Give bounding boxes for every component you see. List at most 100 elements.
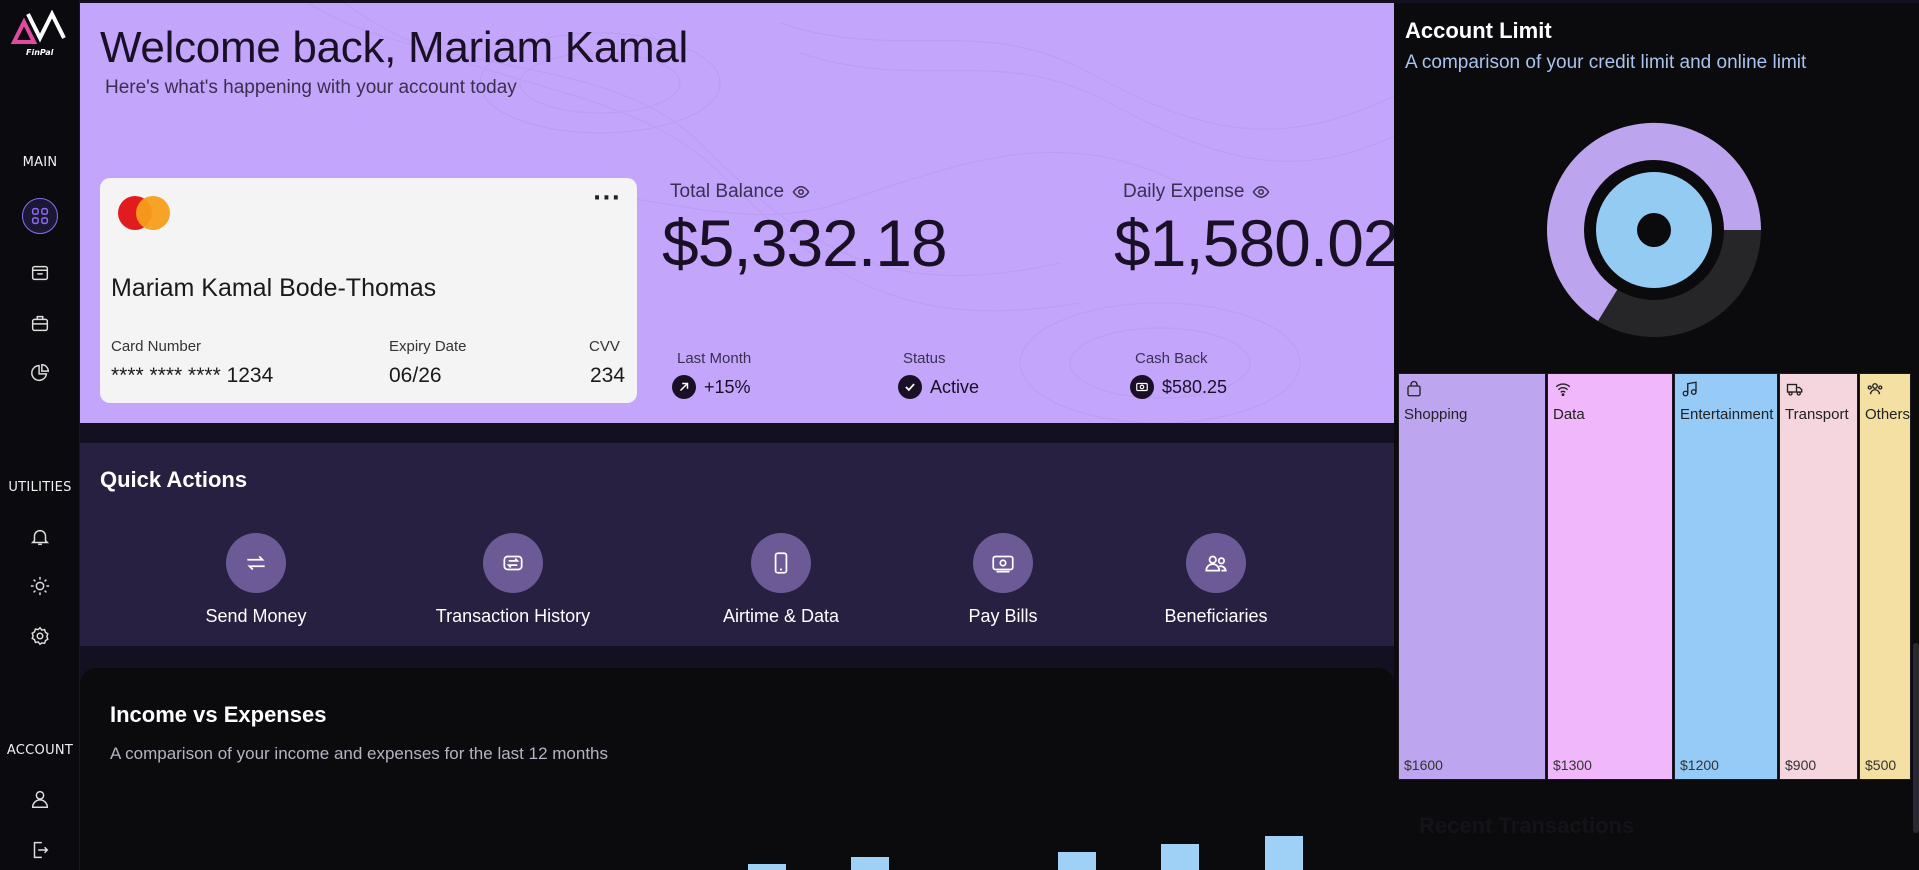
card-number: **** **** **** 1234: [111, 364, 274, 387]
airtime-data-label: Airtime & Data: [722, 606, 840, 626]
gear-icon: [31, 626, 49, 646]
account-limit-donut[interactable]: [1544, 120, 1764, 340]
category-name: Data: [1553, 406, 1585, 423]
truck-icon: [1786, 383, 1803, 396]
category-value: $900: [1785, 757, 1817, 773]
trend-up-icon: [672, 375, 696, 399]
eye-icon[interactable]: [792, 183, 810, 201]
page-title: Welcome back, Mariam Kamal: [100, 23, 689, 72]
card-holder-name: Mariam Kamal Bode-Thomas: [111, 274, 437, 302]
total-balance-value: $5,332.18: [662, 206, 948, 280]
chart-bar[interactable]: [1161, 844, 1199, 870]
user-icon: [31, 790, 49, 808]
total-balance-label-text: Total Balance: [670, 181, 785, 202]
category-name: Transport: [1785, 406, 1849, 423]
cashback-label: Cash Back: [1135, 350, 1208, 367]
income-expenses-title: Income vs Expenses: [110, 702, 327, 727]
sun-icon: [30, 576, 50, 596]
account-limit-title: Account Limit: [1405, 18, 1552, 43]
hero-panel: Welcome back, Mariam Kamal Here's what's…: [80, 3, 1394, 423]
chart-bar[interactable]: [851, 857, 889, 870]
category-others[interactable]: Others $500: [1859, 373, 1911, 780]
income-expenses-subtitle: A comparison of your income and expenses…: [110, 744, 608, 763]
users-icon: [1186, 533, 1246, 593]
recent-transactions-title: Recent Transactions: [1419, 813, 1635, 838]
pie-chart-icon: [31, 364, 49, 382]
daily-expense-label-text: Daily Expense: [1123, 181, 1245, 202]
sidebar-item-settings[interactable]: [22, 618, 58, 654]
expiry-label: Expiry Date: [389, 338, 467, 355]
bag-icon: [1407, 380, 1421, 397]
chart-bar[interactable]: [1058, 852, 1096, 870]
eye-icon[interactable]: [1252, 183, 1270, 201]
page-subtitle: Here's what's happening with your accoun…: [105, 77, 517, 98]
transaction-history-button[interactable]: Transaction History: [413, 533, 613, 627]
sidebar-item-wallet[interactable]: [22, 305, 58, 341]
transfer-icon: [226, 533, 286, 593]
chart-bar[interactable]: [748, 864, 786, 870]
expiry-value: 06/26: [389, 364, 442, 387]
category-value: $1300: [1553, 757, 1592, 773]
right-panel: Account Limit A comparison of your credi…: [1394, 3, 1919, 870]
sidebar: FinPal MAIN UTILITIES ACCOUNT: [0, 0, 80, 870]
sidebar-item-theme[interactable]: [22, 568, 58, 604]
sidebar-item-logout[interactable]: [22, 832, 58, 868]
sidebar-item-notifications[interactable]: [22, 519, 58, 555]
cash-icon: [1130, 375, 1154, 399]
category-name: Shopping: [1404, 406, 1468, 423]
sidebar-section-utilities: UTILITIES: [8, 480, 72, 495]
cashback-value: $580.25: [1130, 375, 1227, 399]
sidebar-section-account: ACCOUNT: [6, 743, 74, 758]
credit-card[interactable]: ··· Mariam Kamal Bode-Thomas Card Number…: [100, 178, 637, 403]
airtime-data-button[interactable]: Airtime & Data: [681, 533, 881, 627]
scrollbar[interactable]: [1913, 643, 1919, 833]
sidebar-section-main: MAIN: [22, 155, 58, 170]
logout-icon: [33, 841, 49, 859]
inbox-icon: [31, 265, 49, 281]
bill-icon: [973, 533, 1033, 593]
music-icon: [1682, 381, 1697, 397]
sidebar-item-analytics[interactable]: [22, 355, 58, 391]
last-month-text: +15%: [704, 376, 751, 397]
check-icon: [898, 375, 922, 399]
logo-text: FinPal: [26, 48, 54, 57]
sidebar-item-profile[interactable]: [22, 781, 58, 817]
sidebar-item-inbox[interactable]: [22, 255, 58, 291]
sidebar-item-dashboard[interactable]: [22, 198, 58, 234]
last-month-value: +15%: [672, 375, 751, 399]
wifi-icon: [1555, 383, 1571, 397]
card-number-label: Card Number: [111, 338, 202, 355]
status-text: Active: [930, 376, 980, 397]
group-icon: [1867, 383, 1883, 395]
cashback-text: $580.25: [1162, 376, 1228, 397]
category-shopping[interactable]: Shopping $1600: [1398, 373, 1546, 780]
briefcase-icon: [31, 315, 49, 332]
beneficiaries-button[interactable]: Beneficiaries: [1116, 533, 1316, 627]
category-transport[interactable]: Transport $900: [1779, 373, 1858, 780]
quick-actions-title: Quick Actions: [100, 467, 248, 492]
account-limit-subtitle: A comparison of your credit limit and on…: [1405, 52, 1807, 73]
beneficiaries-label: Beneficiaries: [1164, 606, 1268, 626]
total-balance-label: Total Balance: [670, 181, 810, 203]
income-expenses-chart: [748, 836, 1303, 870]
income-expenses-panel: Income vs Expenses A comparison of your …: [80, 668, 1394, 870]
category-name: Others: [1865, 406, 1911, 423]
last-month-label: Last Month: [677, 350, 752, 367]
phone-icon: [751, 533, 811, 593]
dashboard-icon: [31, 207, 49, 225]
pay-bills-label: Pay Bills: [968, 606, 1038, 626]
bell-icon: [30, 529, 50, 546]
category-name: Entertainment: [1680, 406, 1774, 423]
cvv-label: CVV: [589, 338, 620, 355]
category-value: $1600: [1404, 757, 1443, 773]
card-menu-button[interactable]: ···: [593, 186, 621, 211]
app-root: FinPal MAIN UTILITIES ACCOUNT Welcome ba…: [0, 0, 1919, 870]
pay-bills-button[interactable]: Pay Bills: [903, 533, 1103, 627]
category-value: $500: [1865, 757, 1897, 773]
daily-expense-label: Daily Expense: [1123, 181, 1270, 203]
chart-bar[interactable]: [1265, 836, 1303, 870]
category-entertainment[interactable]: Entertainment $1200: [1674, 373, 1778, 780]
category-data[interactable]: Data $1300: [1547, 373, 1673, 780]
send-money-button[interactable]: Send Money: [156, 533, 356, 627]
quick-actions-panel: Quick Actions Send Money Transaction His…: [80, 443, 1394, 646]
